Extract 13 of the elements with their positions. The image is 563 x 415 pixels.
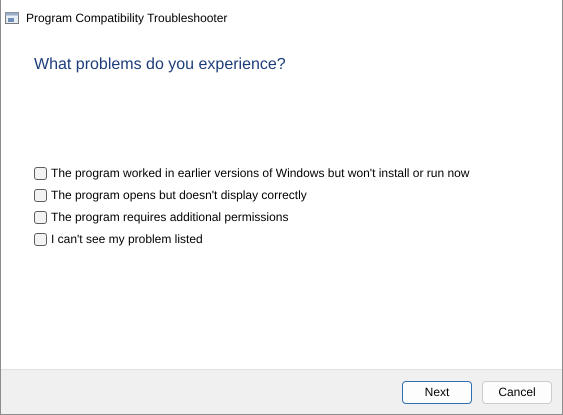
- checkbox[interactable]: [34, 210, 47, 224]
- option-label: The program worked in earlier versions of Windows but won't install or run now: [51, 165, 470, 182]
- checkbox[interactable]: [34, 232, 47, 246]
- next-button[interactable]: Next: [402, 380, 472, 404]
- option-label: The program opens but doesn't display correctly: [51, 187, 307, 204]
- cancel-button[interactable]: Cancel: [482, 380, 552, 404]
- checkbox[interactable]: [34, 188, 47, 202]
- option-label: I can't see my problem listed: [51, 231, 203, 248]
- option-label: The program requires additional permissions: [51, 209, 288, 226]
- checkbox[interactable]: [34, 166, 47, 180]
- window-title: Program Compatibility Troubleshooter: [26, 10, 228, 27]
- page-heading: What problems do you experience?: [34, 55, 287, 75]
- app-icon: [5, 11, 19, 25]
